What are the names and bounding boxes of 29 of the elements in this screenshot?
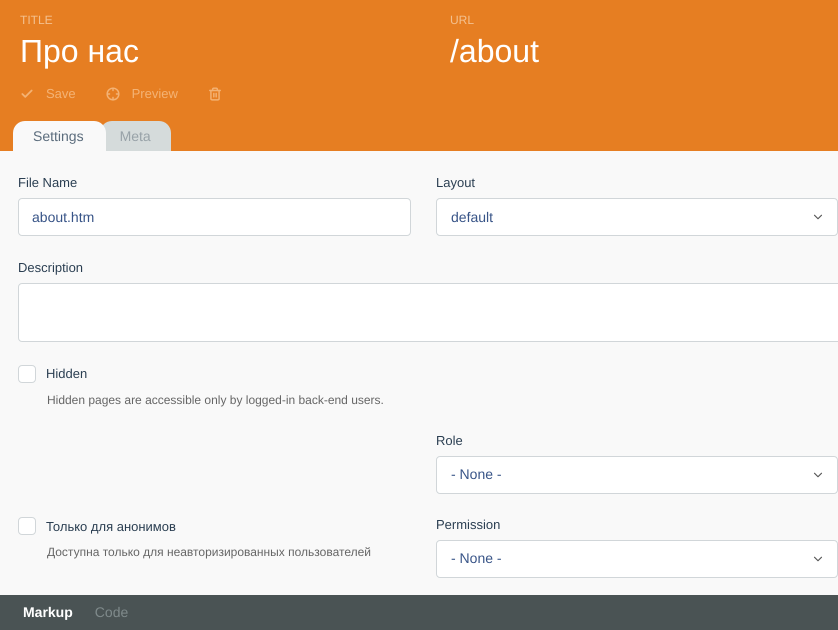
title-label: TITLE: [20, 12, 54, 28]
select-value: - None -: [451, 465, 502, 484]
delete-button[interactable]: [208, 86, 222, 101]
field-label: Layout: [436, 175, 476, 191]
role-select[interactable]: - None -: [436, 456, 838, 494]
url-label: URL: [450, 12, 476, 28]
permission-select[interactable]: - None -: [436, 540, 838, 578]
select-value: default: [451, 208, 494, 226]
field-label: File Name: [18, 175, 78, 191]
checkbox-label: Hidden: [46, 365, 88, 383]
crosshair-icon: [106, 86, 120, 101]
description-field[interactable]: [18, 283, 838, 342]
checkbox-label: Только для анонимов: [46, 518, 176, 536]
checkbox[interactable]: [18, 517, 36, 536]
help-text: Доступна только для неавторизированных пользователей: [47, 544, 372, 561]
input-field[interactable]: about.htm: [18, 198, 411, 236]
page-title[interactable]: Про нас: [20, 31, 450, 71]
field-label: Role: [436, 432, 464, 448]
field-label: Permission: [436, 516, 502, 532]
help-text: Hidden pages are accessible only by logged-in back-end users.: [47, 392, 385, 408]
tab[interactable]: Settings: [13, 121, 106, 151]
checkbox[interactable]: [18, 364, 36, 383]
field-label: Description: [18, 260, 84, 276]
bottom-tab[interactable]: Markup: [23, 602, 73, 623]
select-value: - None -: [451, 549, 502, 568]
layout-select[interactable]: default: [436, 198, 838, 236]
delete-icon: [208, 86, 222, 101]
check-icon: [20, 86, 34, 101]
page-url[interactable]: /about: [450, 31, 539, 71]
